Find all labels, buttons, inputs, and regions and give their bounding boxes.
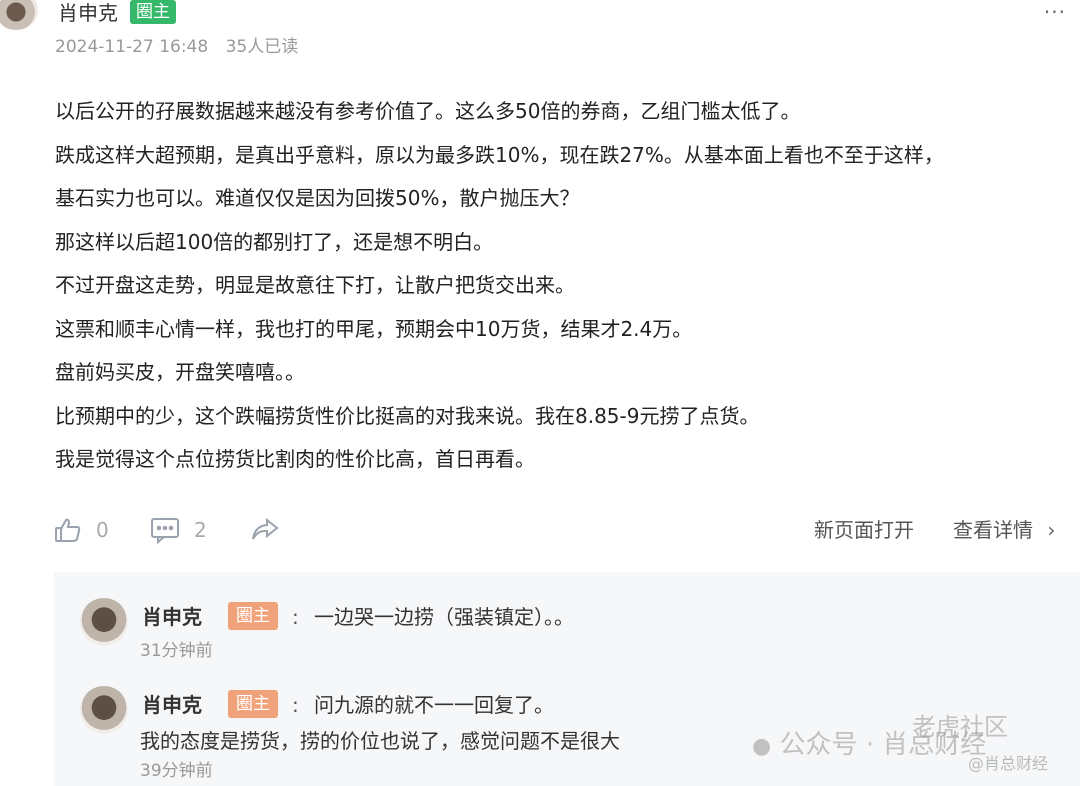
share-button[interactable] <box>250 512 280 548</box>
post-line: 这票和顺丰心情一样，我也打的甲尾，预期会中10万货，结果才2.4万。 <box>55 316 693 341</box>
thumbs-up-icon <box>55 518 81 542</box>
owner-badge: 圈主 <box>228 690 278 718</box>
post-line: 那这样以后超100倍的都别打了，还是想不明白。 <box>55 229 494 254</box>
action-bar: 0 2 新页面打开 查看详情 › <box>54 512 1074 548</box>
wechat-icon: ● <box>752 734 772 759</box>
post-content: 以后公开的孖展数据越来越没有参考价值了。这么多50倍的券商，乙组门槛太低了。 跌… <box>55 90 1075 482</box>
reply-colon: : <box>292 693 299 717</box>
handle-watermark: @肖总财经 <box>968 754 1049 773</box>
post-line: 基石实力也可以。难道仅仅是因为回拨50%，散户抛压大？ <box>55 186 580 210</box>
reply-author[interactable]: 肖申克 <box>142 604 202 630</box>
post-line: 盘前妈买皮，开盘笑嘻嘻。。 <box>55 360 305 384</box>
reply-avatar[interactable] <box>80 598 128 646</box>
share-icon <box>252 517 279 540</box>
post-line: 我是觉得这个点位捞货比割肉的性价比高，首日再看。 <box>55 447 535 471</box>
comment-count: 2 <box>194 518 207 542</box>
wechat-watermark: ● 公众号 · 肖总财经 <box>752 724 986 761</box>
post-line: 以后公开的孖展数据越来越没有参考价值了。这么多50倍的券商，乙组门槛太低了。 <box>55 99 801 123</box>
author-name[interactable]: 肖申克 <box>58 0 118 26</box>
reply-time: 39分钟前 <box>140 761 213 781</box>
view-details-link[interactable]: 查看详情 › <box>953 516 1055 544</box>
reply-text: 问九源的就不一一回复了。 <box>314 693 554 717</box>
like-count: 0 <box>96 518 109 542</box>
reply-avatar[interactable] <box>80 686 128 734</box>
reply-author[interactable]: 肖申克 <box>142 692 202 718</box>
post-meta: 2024-11-27 16:48 35人已读 <box>55 36 310 58</box>
view-details-label: 查看详情 <box>953 518 1033 542</box>
reply-text: 一边哭一边捞（强装镇定）。。 <box>314 605 574 629</box>
post-line: 跌成这样大超预期，是真出乎意料，原以为最多跌10%，现在跌27%。从基本面上看也… <box>55 142 944 167</box>
chevron-right-icon: › <box>1047 518 1056 542</box>
reply-text-continued: 我的态度是捞货，捞的价位也说了，感觉问题不是很大 <box>140 729 620 753</box>
open-new-page-link[interactable]: 新页面打开 <box>814 516 914 544</box>
like-button[interactable]: 0 <box>54 512 109 548</box>
owner-badge: 圈主 <box>130 0 176 24</box>
post-date: 2024-11-27 16:48 <box>55 37 209 57</box>
author-avatar[interactable] <box>0 0 38 30</box>
comment-icon <box>151 518 179 544</box>
reply-time: 31分钟前 <box>140 641 213 661</box>
more-dots-icon[interactable]: ··· <box>1044 0 1066 24</box>
post-views: 35人已读 <box>225 37 299 57</box>
wechat-watermark-text: 公众号 · 肖总财经 <box>779 730 987 760</box>
post-line: 比预期中的少，这个跌幅捞货性价比挺高的对我来说。我在8.85-9元捞了点货。 <box>55 403 760 428</box>
owner-badge: 圈主 <box>228 602 278 630</box>
post-line: 不过开盘这走势，明显是故意往下打，让散户把货交出来。 <box>55 273 575 297</box>
reply-colon: : <box>292 605 299 629</box>
comment-button[interactable]: 2 <box>150 512 207 548</box>
